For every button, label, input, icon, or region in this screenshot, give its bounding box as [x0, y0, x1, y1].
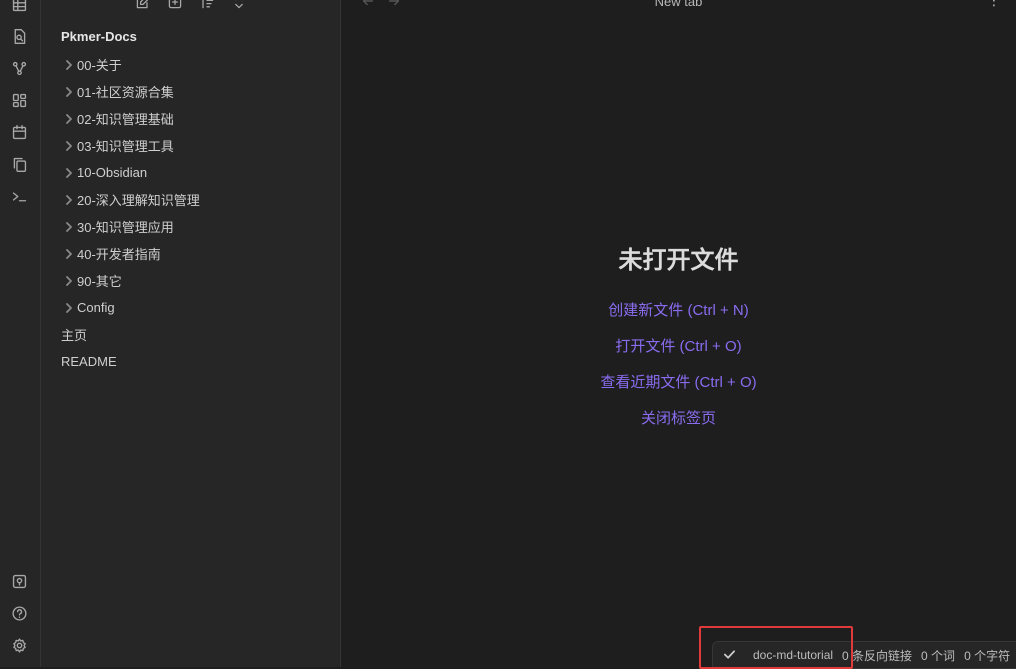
table-icon[interactable] — [9, 0, 29, 14]
tab-title: New tab — [654, 0, 703, 9]
chevron-right-icon — [61, 140, 77, 151]
chevron-right-icon — [61, 275, 77, 286]
new-note-icon[interactable] — [133, 0, 153, 12]
file-label: 主页 — [61, 328, 88, 343]
vault-name[interactable]: Pkmer-Docs — [61, 29, 137, 44]
chevron-right-icon — [61, 167, 77, 178]
folder-item[interactable]: 01-社区资源合集 — [41, 78, 340, 105]
folder-label: 01-社区资源合集 — [77, 85, 174, 100]
create-new-file-link[interactable]: 创建新文件 (Ctrl + N) — [341, 299, 1016, 320]
folder-label: 02-知识管理基础 — [77, 112, 174, 127]
chevron-right-icon — [61, 86, 77, 97]
file-search-icon[interactable] — [9, 26, 29, 46]
help-icon[interactable] — [9, 603, 29, 623]
folder-item[interactable]: 03-知识管理工具 — [41, 132, 340, 159]
file-label: README — [61, 354, 117, 369]
folder-label: 03-知识管理工具 — [77, 139, 174, 154]
chevron-right-icon — [61, 113, 77, 124]
collapse-all-icon[interactable] — [229, 0, 249, 12]
close-tab-link[interactable]: 关闭标签页 — [341, 407, 1016, 428]
empty-state-title: 未打开文件 — [618, 247, 739, 274]
dashboard-icon[interactable] — [9, 90, 29, 110]
chevron-right-icon — [61, 194, 77, 205]
folder-label: 30-知识管理应用 — [77, 220, 174, 235]
terminal-icon[interactable] — [9, 186, 29, 206]
more-options-icon[interactable]: ⋮ — [986, 0, 1002, 8]
chevron-right-icon — [61, 248, 77, 259]
calendar-icon[interactable] — [9, 122, 29, 142]
graph-icon[interactable] — [9, 58, 29, 78]
folder-label: 90-其它 — [77, 274, 122, 289]
main-editor: New tab ⋮ 未打开文件 创建新文件 (Ctrl + N) 打开文件 (C… — [341, 0, 1016, 667]
folder-label: 00-关于 — [77, 58, 122, 73]
left-ribbon — [0, 0, 41, 667]
folder-item[interactable]: 20-深入理解知识管理 — [41, 186, 340, 213]
folder-item[interactable]: Config — [41, 294, 340, 321]
folder-item[interactable]: 10-Obsidian — [41, 159, 340, 186]
char-count: 0 个字符 — [964, 648, 1011, 663]
vault-switcher-icon[interactable] — [9, 571, 29, 591]
chevron-right-icon — [61, 302, 77, 313]
folder-label: 10-Obsidian — [77, 165, 148, 180]
file-item[interactable]: 主页 — [41, 321, 340, 348]
folder-item[interactable]: 02-知识管理基础 — [41, 105, 340, 132]
folder-item[interactable]: 40-开发者指南 — [41, 240, 340, 267]
folder-item[interactable]: 90-其它 — [41, 267, 340, 294]
file-explorer: Pkmer-Docs 00-关于 01-社区资源合集 02-知识管理基础 03-… — [41, 0, 341, 667]
file-item[interactable]: README — [41, 348, 340, 375]
chevron-right-icon — [61, 59, 77, 70]
new-folder-icon[interactable] — [165, 0, 185, 12]
sort-icon[interactable] — [197, 0, 217, 12]
folder-label: 20-深入理解知识管理 — [77, 193, 200, 208]
recent-files-link[interactable]: 查看近期文件 (Ctrl + O) — [341, 371, 1016, 392]
settings-icon[interactable] — [9, 635, 29, 655]
copy-icon[interactable] — [9, 154, 29, 174]
folder-item[interactable]: 00-关于 — [41, 51, 340, 78]
open-file-link[interactable]: 打开文件 (Ctrl + O) — [341, 335, 1016, 356]
folder-item[interactable]: 30-知识管理应用 — [41, 213, 340, 240]
chevron-right-icon — [61, 221, 77, 232]
folder-label: Config — [77, 300, 115, 315]
word-count: 0 个词 — [921, 648, 956, 663]
folder-label: 40-开发者指南 — [77, 247, 161, 262]
highlight-annotation-box — [699, 626, 853, 669]
